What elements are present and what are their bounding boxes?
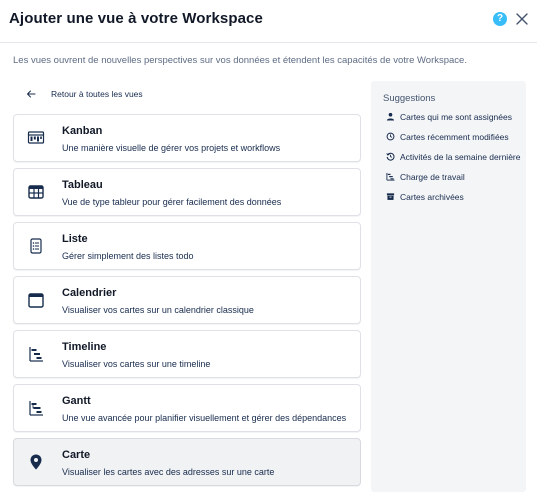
map-pin-icon — [30, 454, 42, 470]
view-option-description: Une vue avancée pour planifier visuellem… — [62, 413, 347, 423]
close-icon[interactable] — [513, 10, 531, 28]
view-option-tableau[interactable]: Tableau Vue de type tableur pour gérer f… — [13, 168, 361, 216]
suggestion-recently-modified[interactable]: Cartes récemment modifiées — [386, 131, 521, 143]
suggestion-workload[interactable]: Charge de travail — [386, 171, 521, 183]
view-option-carte[interactable]: Carte Visualiser les cartes avec des adr… — [13, 438, 361, 486]
view-option-gantt[interactable]: Gantt Une vue avancée pour planifier vis… — [13, 384, 361, 432]
suggestion-last-week-activity[interactable]: Activités de la semaine dernière — [386, 151, 521, 163]
checklist-icon — [30, 238, 42, 254]
modal-header: Ajouter une vue à votre Workspace ? — [0, 0, 537, 42]
view-option-kanban[interactable]: Kanban Une manière visuelle de gérer vos… — [13, 114, 361, 162]
view-option-description: Gérer simplement des listes todo — [62, 251, 194, 261]
kanban-board-icon — [27, 131, 45, 144]
suggestion-label: Charge de travail — [400, 172, 465, 182]
suggestions-panel: Suggestions Cartes qui me sont assignées… — [371, 81, 526, 492]
view-option-title: Carte — [62, 449, 91, 461]
view-option-description: Visualiser les cartes avec des adresses … — [62, 467, 275, 477]
archive-icon — [386, 193, 395, 200]
view-option-title: Liste — [62, 233, 88, 245]
suggestions-heading: Suggestions — [383, 93, 436, 104]
suggestion-label: Cartes qui me sont assignées — [400, 112, 512, 122]
view-option-description: Visualiser vos cartes sur une timeline — [62, 359, 211, 369]
user-icon — [386, 112, 395, 121]
suggestion-label: Cartes archivées — [400, 192, 464, 202]
view-option-description: Visualiser vos cartes sur un calendrier … — [62, 305, 254, 315]
arrow-left-icon — [27, 90, 36, 98]
suggestion-label: Cartes récemment modifiées — [400, 132, 509, 142]
view-option-description: Une manière visuelle de gérer vos projet… — [62, 143, 281, 153]
view-option-timeline[interactable]: Timeline Visualiser vos cartes sur une t… — [13, 330, 361, 378]
suggestion-archived-cards[interactable]: Cartes archivées — [386, 191, 521, 203]
timeline-icon — [29, 347, 43, 362]
workload-icon — [386, 172, 395, 181]
back-to-all-views-link[interactable]: Retour à toutes les vues — [26, 88, 143, 100]
suggestion-assigned-cards[interactable]: Cartes qui me sont assignées — [386, 111, 521, 123]
view-option-title: Tableau — [62, 179, 103, 191]
clock-icon — [386, 132, 395, 141]
modal-title: Ajouter une vue à votre Workspace — [9, 10, 263, 27]
modal-intro: Les vues ouvrent de nouvelles perspectiv… — [13, 55, 467, 66]
suggestion-label: Activités de la semaine dernière — [400, 152, 521, 162]
gantt-icon — [29, 401, 43, 416]
view-option-calendrier[interactable]: Calendrier Visualiser vos cartes sur un … — [13, 276, 361, 324]
help-circle-icon[interactable]: ? — [493, 12, 507, 26]
view-option-description: Vue de type tableur pour gérer facilemen… — [62, 197, 282, 207]
view-options-list: Kanban Une manière visuelle de gérer vos… — [13, 114, 361, 492]
view-option-title: Calendrier — [62, 287, 117, 299]
view-option-title: Kanban — [62, 125, 103, 137]
calendar-icon — [28, 293, 44, 308]
view-option-title: Timeline — [62, 341, 107, 353]
back-link-label: Retour à toutes les vues — [51, 89, 143, 99]
view-option-title: Gantt — [62, 395, 91, 407]
header-divider — [0, 42, 537, 43]
table-grid-icon — [28, 185, 44, 199]
view-option-liste[interactable]: Liste Gérer simplement des listes todo — [13, 222, 361, 270]
suggestions-list: Cartes qui me sont assignées Cartes réce… — [386, 111, 521, 211]
history-icon — [386, 152, 395, 161]
